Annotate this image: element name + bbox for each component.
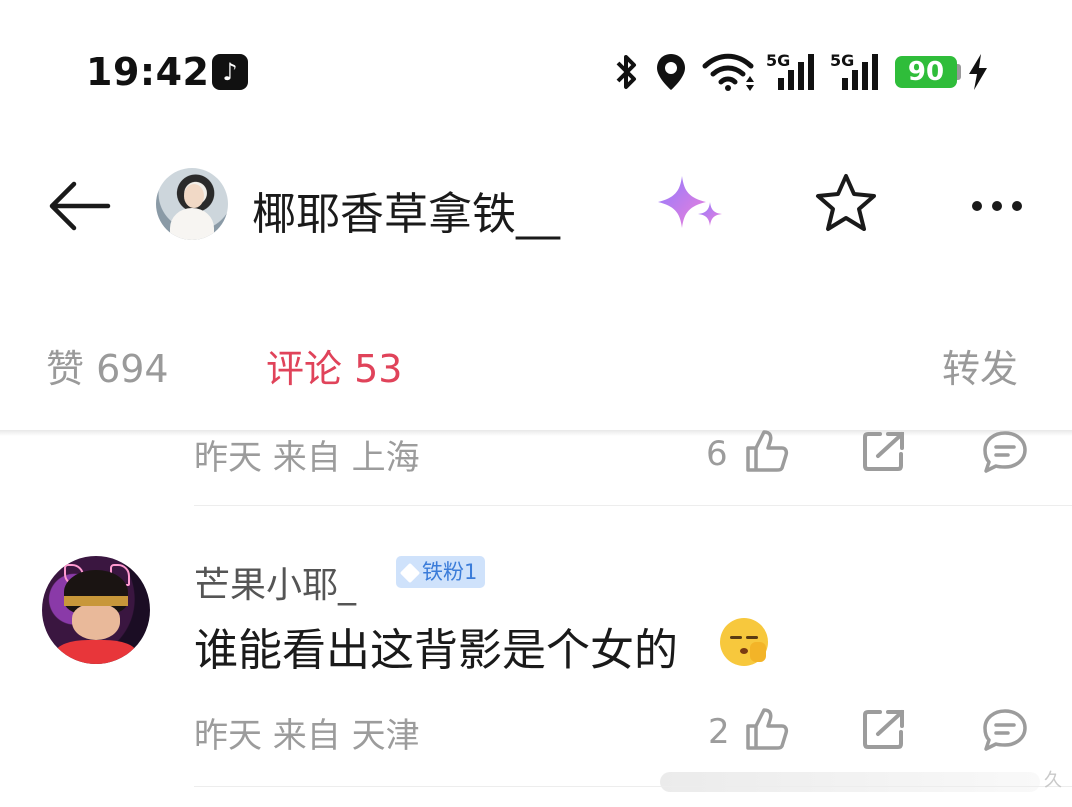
- share-icon[interactable]: [862, 430, 908, 472]
- comment-divider: [194, 505, 1072, 506]
- comment-username[interactable]: 芒果小耶_: [194, 556, 356, 608]
- diamond-icon: [399, 562, 421, 584]
- sparkle-icon[interactable]: [652, 172, 728, 236]
- tab-likes[interactable]: 赞 694: [46, 338, 169, 393]
- tab-comments[interactable]: 评论 53: [266, 338, 402, 393]
- battery-icon: 90: [895, 56, 957, 88]
- fan-badge-label: 铁粉1: [422, 560, 478, 584]
- bluetooth-icon: [612, 52, 640, 92]
- signal-icon: 5G: [830, 50, 880, 92]
- author-avatar[interactable]: [156, 168, 228, 240]
- tiktok-icon: ♪: [212, 54, 248, 90]
- tabbar-shadow: [0, 430, 1072, 436]
- avatar[interactable]: [42, 556, 150, 664]
- charging-icon: [966, 52, 990, 92]
- location-icon: [654, 52, 688, 92]
- bottom-overlay: [660, 772, 1040, 792]
- thumb-up-icon[interactable]: [744, 706, 790, 752]
- watermark: 久: [1044, 770, 1062, 791]
- star-icon[interactable]: [814, 172, 878, 234]
- avatar-shirt: [56, 640, 136, 664]
- tab-repost[interactable]: 转发: [942, 338, 1018, 393]
- comment-icon[interactable]: [982, 708, 1028, 752]
- back-arrow-icon[interactable]: [46, 178, 112, 234]
- share-icon[interactable]: [862, 708, 908, 750]
- avatar-face: [184, 184, 204, 208]
- comment-meta: 昨天 来自 天津: [194, 716, 420, 756]
- thumb-up-icon[interactable]: [744, 428, 790, 474]
- network-type-label: 5G: [766, 51, 790, 70]
- battery-tip: [957, 64, 961, 80]
- comment-icon[interactable]: [982, 430, 1028, 474]
- wifi-icon: [702, 52, 754, 92]
- comment-divider: [194, 786, 1072, 787]
- avatar-face: [72, 604, 120, 640]
- like-count: 2: [708, 712, 730, 752]
- author-name[interactable]: 椰耶香草拿铁__: [252, 178, 560, 242]
- thinking-face-emoji: [720, 618, 768, 666]
- status-time: 19:42: [86, 50, 210, 94]
- avatar-band: [64, 596, 128, 606]
- comment-text: 谁能看出这背影是个女的: [194, 625, 678, 676]
- more-icon[interactable]: [972, 196, 1032, 215]
- avatar-figure: [170, 208, 214, 240]
- signal-icon: 5G: [766, 50, 816, 92]
- fan-badge[interactable]: 铁粉1: [396, 556, 486, 588]
- comment-meta: 昨天 来自 上海: [194, 438, 420, 478]
- like-count: 6: [706, 434, 728, 474]
- network-type-label: 5G: [830, 51, 854, 70]
